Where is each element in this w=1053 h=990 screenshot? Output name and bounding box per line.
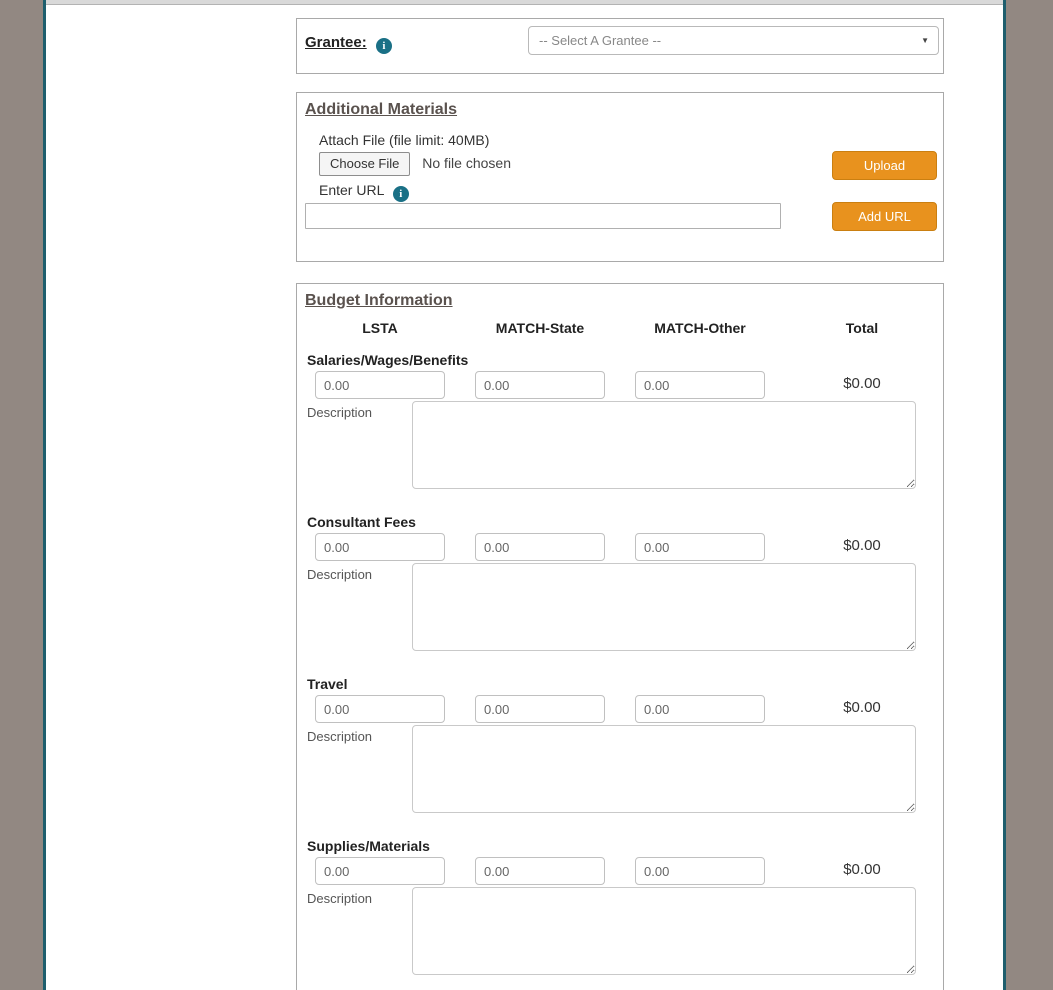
description-textarea[interactable] [412, 887, 916, 975]
lsta-amount-input[interactable] [315, 371, 445, 399]
grant-application-page: { "window": { "background_color": "#9288… [0, 0, 1053, 990]
url-input[interactable] [305, 203, 781, 229]
description-textarea[interactable] [412, 725, 916, 813]
top-edge-strip [46, 0, 1003, 5]
budget-column-headers: LSTA MATCH-State MATCH-Other Total [297, 320, 943, 338]
file-input: Choose File No file chosen [319, 152, 511, 176]
budget-row-label: Salaries/Wages/Benefits [307, 352, 469, 368]
column-header-lsta: LSTA [362, 320, 398, 336]
chevron-down-icon: ▼ [921, 36, 929, 45]
column-header-match-other: MATCH-Other [654, 320, 746, 336]
budget-row: Travel $0.00 Description [297, 676, 943, 838]
info-icon[interactable] [375, 38, 392, 54]
budget-row-label: Consultant Fees [307, 514, 416, 530]
row-total-value: $0.00 [843, 537, 881, 554]
description-label: Description [307, 729, 373, 744]
info-icon[interactable] [392, 186, 409, 202]
lsta-amount-input[interactable] [315, 533, 445, 561]
choose-file-button[interactable]: Choose File [319, 152, 411, 176]
grantee-select-value: -- Select A Grantee -- [539, 33, 662, 48]
budget-section: Budget Information LSTA MATCH-State MATC… [296, 283, 944, 990]
budget-row: Consultant Fees $0.00 Description [297, 514, 943, 676]
budget-title: Budget Information [305, 292, 453, 309]
match-state-amount-input[interactable] [475, 533, 605, 561]
budget-row: Salaries/Wages/Benefits $0.00 Descriptio… [297, 352, 943, 514]
budget-row-label: Travel [307, 676, 348, 692]
grantee-select[interactable]: -- Select A Grantee -- ▼ [528, 26, 939, 55]
match-other-amount-input[interactable] [635, 695, 765, 723]
match-state-amount-input[interactable] [475, 857, 605, 885]
match-state-amount-input[interactable] [475, 371, 605, 399]
file-status-text: No file chosen [422, 155, 511, 171]
match-other-amount-input[interactable] [635, 857, 765, 885]
row-total-value: $0.00 [843, 699, 881, 716]
content-panel: Grantee: -- Select A Grantee -- ▼ Additi… [43, 0, 1006, 990]
enter-url-label: Enter URL [319, 182, 409, 202]
budget-row-label: Supplies/Materials [307, 838, 430, 854]
match-state-amount-input[interactable] [475, 695, 605, 723]
attach-file-label: Attach File (file limit: 40MB) [319, 132, 490, 148]
match-other-amount-input[interactable] [635, 533, 765, 561]
description-textarea[interactable] [412, 563, 916, 651]
description-label: Description [307, 567, 373, 582]
grantee-section: Grantee: -- Select A Grantee -- ▼ [296, 18, 944, 74]
budget-rows: Salaries/Wages/Benefits $0.00 Descriptio… [297, 352, 943, 990]
column-header-total: Total [845, 320, 879, 336]
grantee-label-text: Grantee: [305, 34, 367, 51]
lsta-amount-input[interactable] [315, 857, 445, 885]
description-label: Description [307, 891, 373, 906]
enter-url-label-text: Enter URL [319, 182, 384, 198]
column-header-match-state: MATCH-State [495, 320, 585, 336]
additional-materials-section: Additional Materials Attach File (file l… [296, 92, 944, 262]
row-total-value: $0.00 [843, 861, 881, 878]
description-label: Description [307, 405, 373, 420]
budget-row: Supplies/Materials $0.00 Description [297, 838, 943, 990]
upload-button[interactable]: Upload [832, 151, 937, 180]
additional-materials-title: Additional Materials [305, 101, 458, 118]
grantee-label: Grantee: [305, 34, 392, 54]
match-other-amount-input[interactable] [635, 371, 765, 399]
add-url-button[interactable]: Add URL [832, 202, 937, 231]
row-total-value: $0.00 [843, 375, 881, 392]
lsta-amount-input[interactable] [315, 695, 445, 723]
description-textarea[interactable] [412, 401, 916, 489]
